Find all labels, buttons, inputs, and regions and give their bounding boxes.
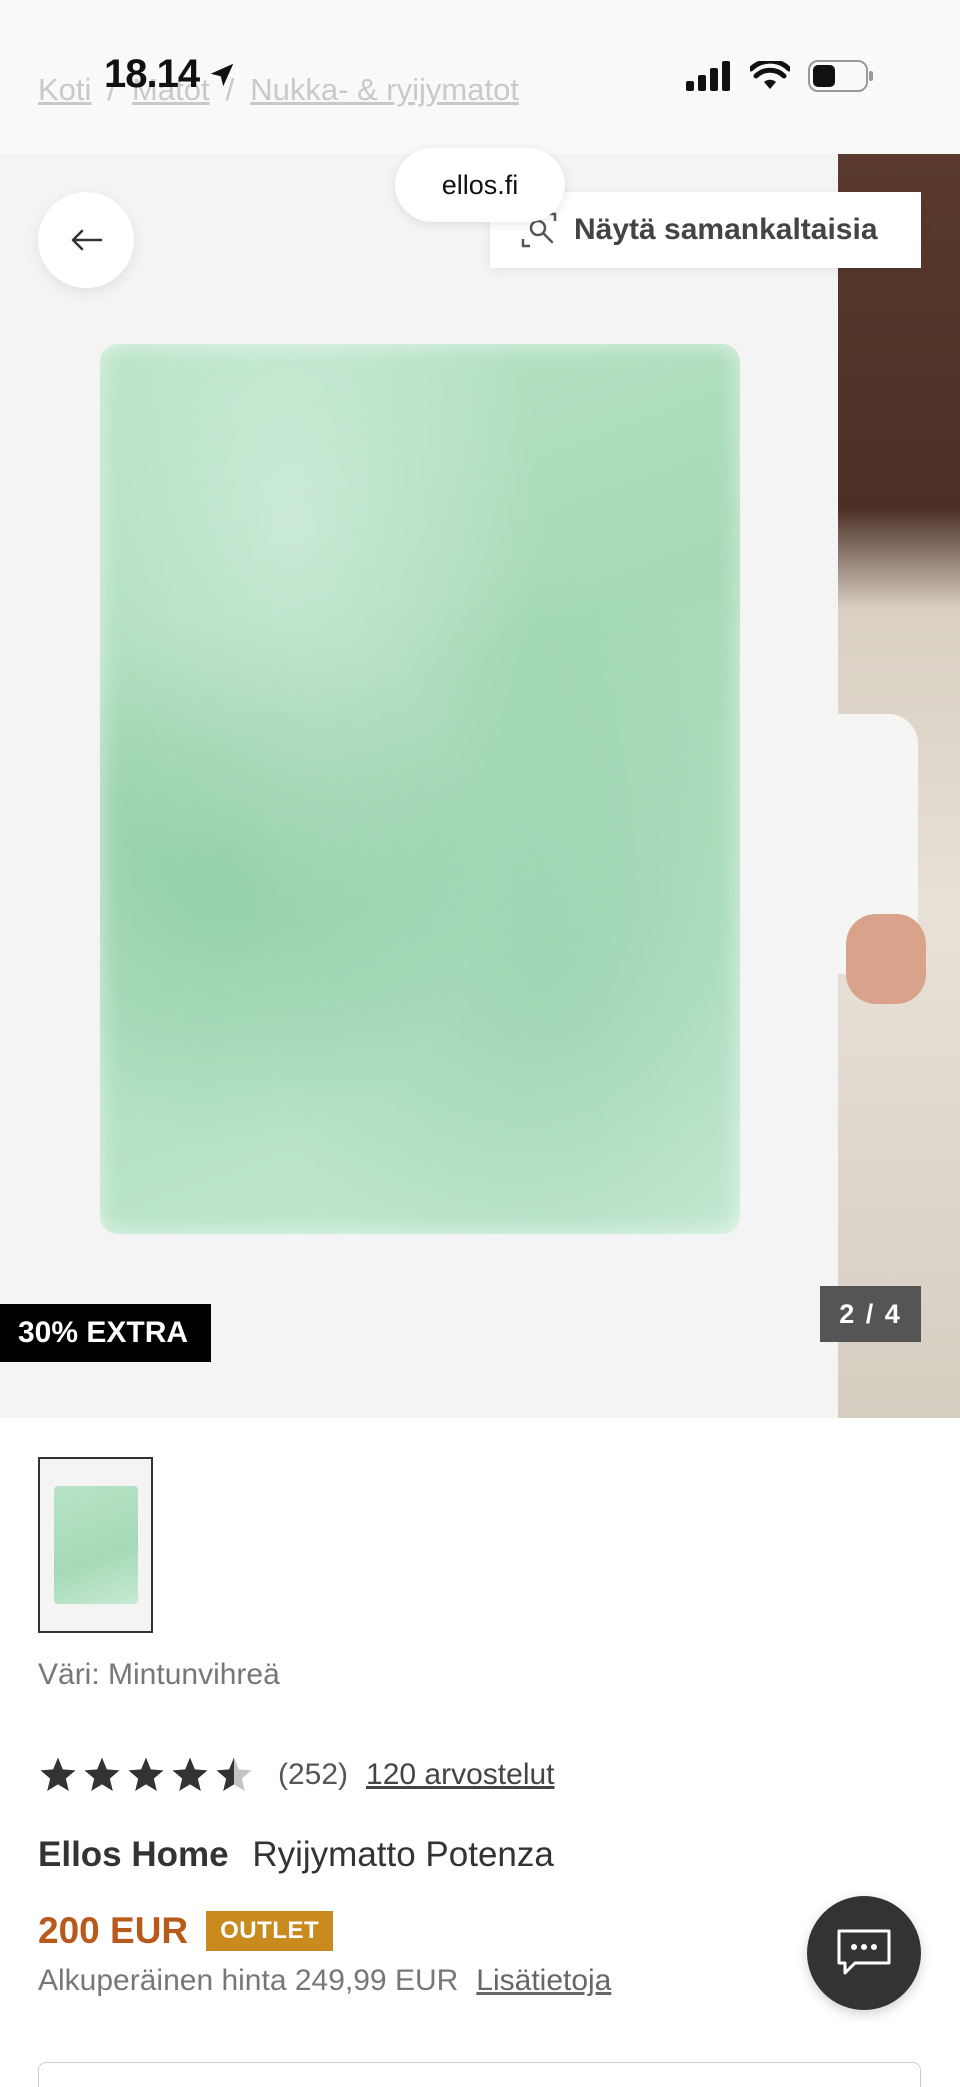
chat-icon <box>837 1927 891 1975</box>
price-row: 200 EUR OUTLET <box>38 1910 334 1952</box>
chat-button[interactable] <box>807 1896 921 2010</box>
original-price: Alkuperäinen hinta 249,99 EUR <box>38 1964 459 1997</box>
rating-count: (252) <box>278 1758 349 1791</box>
site-domain: ellos.fi <box>441 169 519 200</box>
star-icon <box>84 1757 120 1791</box>
show-similar-label: Näytä samankaltaisia <box>574 213 878 246</box>
product-title: Ellos Home Ryijymatto Potenza <box>38 1835 554 1875</box>
signal-icon <box>686 61 730 91</box>
clock-text: 18.14 <box>104 52 200 96</box>
thumbnail-rug-image <box>54 1486 138 1604</box>
product-image-main[interactable] <box>0 154 838 1418</box>
product-image-next[interactable] <box>838 154 960 1418</box>
hand-shape <box>846 914 926 1004</box>
promo-badge: 30% EXTRA <box>0 1304 211 1362</box>
original-price-row: Alkuperäinen hinta 249,99 EUR Lisätietoj… <box>38 1964 611 1998</box>
location-arrow-icon <box>210 63 234 86</box>
breadcrumb-item-home[interactable]: Koti <box>38 72 91 108</box>
image-counter: 2 / 4 <box>820 1286 921 1342</box>
outlet-badge: OUTLET <box>206 1911 334 1951</box>
status-icons <box>686 60 874 92</box>
product-name: Ryijymatto Potenza <box>252 1835 554 1874</box>
back-arrow-icon <box>71 229 103 251</box>
breadcrumb-item-shag-rugs[interactable]: Nukka- & ryijymatot <box>250 72 519 108</box>
image-counter-text: 2 / 4 <box>839 1298 902 1329</box>
rug-image <box>100 344 740 1234</box>
current-price: 200 EUR <box>38 1910 189 1951</box>
more-info-link[interactable]: Lisätietoja <box>476 1964 611 1998</box>
thumbnail-selected[interactable] <box>38 1457 153 1633</box>
status-time: 18.14 <box>104 52 237 97</box>
brand-name[interactable]: Ellos Home <box>38 1835 229 1874</box>
product-image-gallery[interactable] <box>0 154 960 1418</box>
rating-stars <box>38 1755 254 1795</box>
top-bar: Koti / Matot / Nukka- & ryijymatot 18.14 <box>0 0 960 154</box>
promo-badge-text: 30% EXTRA <box>18 1316 189 1349</box>
info-box <box>38 2062 921 2087</box>
back-button[interactable] <box>38 192 134 288</box>
color-label: Väri: Mintunvihreä <box>38 1658 280 1691</box>
star-icon <box>216 1757 252 1791</box>
battery-icon <box>808 60 873 92</box>
star-icon <box>172 1757 208 1791</box>
site-domain-pill[interactable]: ellos.fi <box>395 148 565 222</box>
star-icon <box>128 1757 164 1791</box>
reviews-link[interactable]: 120 arvostelut <box>366 1758 554 1792</box>
wifi-icon <box>750 61 790 89</box>
rating-row: (252) 120 arvostelut <box>38 1755 555 1795</box>
star-icon <box>40 1757 76 1791</box>
